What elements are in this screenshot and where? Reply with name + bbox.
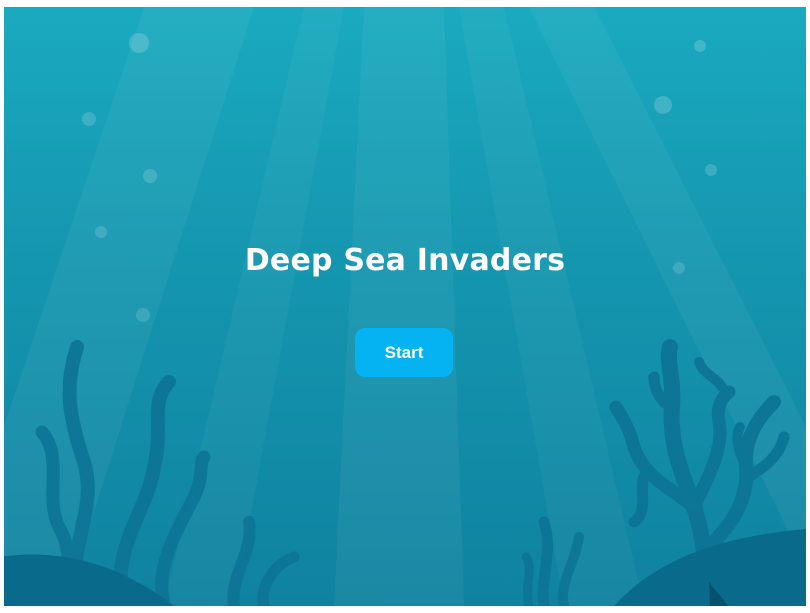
bubble	[95, 226, 107, 238]
start-button[interactable]: Start	[355, 328, 453, 377]
bubble	[694, 40, 706, 52]
light-rays	[4, 7, 806, 606]
bubble	[705, 164, 717, 176]
underwater-background	[4, 7, 806, 606]
bubble	[82, 112, 96, 126]
bubble	[654, 96, 672, 114]
game-canvas: Deep Sea Invaders Start	[4, 7, 806, 606]
bubble	[143, 169, 157, 183]
game-title: Deep Sea Invaders	[244, 243, 566, 278]
bubble	[136, 308, 150, 322]
left-seabed	[4, 554, 174, 606]
bubble	[129, 33, 149, 53]
